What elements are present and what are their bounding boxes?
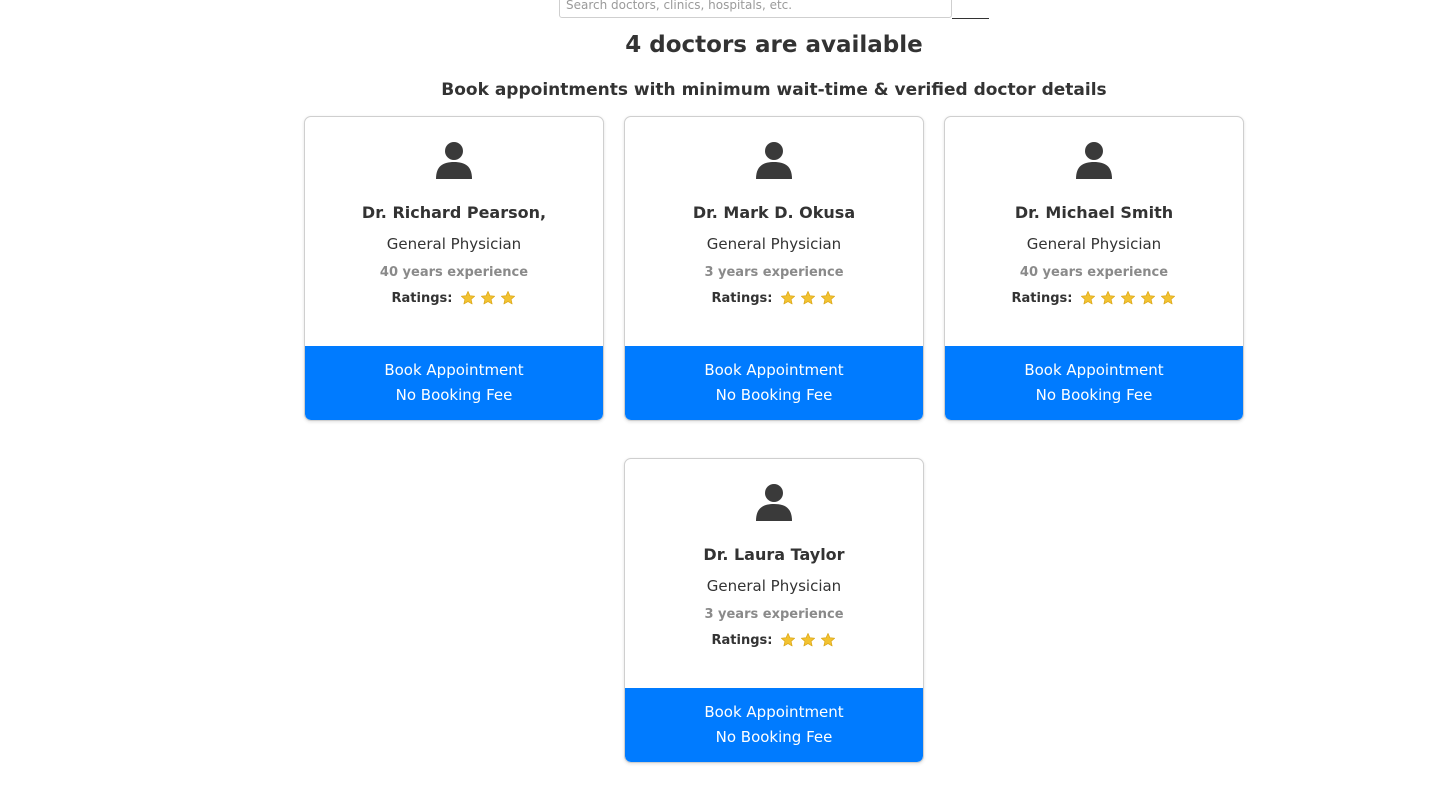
- star-icon: [1081, 291, 1096, 305]
- star-icon: [821, 291, 836, 305]
- user-icon: [1076, 142, 1112, 179]
- star-icon: [1121, 291, 1136, 305]
- book-appointment-label: Book Appointment: [704, 361, 844, 379]
- rating-row: Ratings:: [625, 632, 923, 648]
- doctor-name: Dr. Richard Pearson,: [361, 203, 547, 222]
- book-appointment-button[interactable]: Book Appointment No Booking Fee: [305, 346, 603, 420]
- doctor-speciality: General Physician: [706, 577, 842, 595]
- star-icon: [501, 291, 516, 305]
- star-icon: [801, 291, 816, 305]
- ratings-label: Ratings:: [391, 290, 453, 306]
- star-icon: [821, 633, 836, 647]
- doctor-name: Dr. Mark D. Okusa: [692, 203, 856, 222]
- doctor-speciality: General Physician: [1026, 235, 1162, 253]
- rating-row: Ratings:: [625, 290, 923, 306]
- doctor-speciality: General Physician: [706, 235, 842, 253]
- booking-fee-label: No Booking Fee: [395, 386, 513, 404]
- doctor-experience: 3 years experience: [704, 607, 844, 622]
- doctor-experience: 40 years experience: [379, 265, 529, 280]
- ratings-label: Ratings:: [1011, 290, 1073, 306]
- doctor-experience: 40 years experience: [1019, 265, 1169, 280]
- star-icon: [1141, 291, 1156, 305]
- ratings-label: Ratings:: [711, 632, 773, 648]
- rating-row: Ratings:: [305, 290, 603, 306]
- user-icon: [756, 484, 792, 521]
- doctor-card: Dr. Mark D. Okusa General Physician 3 ye…: [624, 116, 924, 421]
- doctor-card: Dr. Laura Taylor General Physician 3 yea…: [624, 458, 924, 763]
- ratings-label: Ratings:: [711, 290, 773, 306]
- star-icon: [461, 291, 476, 305]
- doctor-name: Dr. Michael Smith: [1014, 203, 1174, 222]
- booking-fee-label: No Booking Fee: [715, 728, 833, 746]
- user-icon: [756, 142, 792, 179]
- search-button[interactable]: [952, 0, 989, 19]
- user-icon: [436, 142, 472, 179]
- book-appointment-label: Book Appointment: [384, 361, 524, 379]
- rating-row: Ratings:: [945, 290, 1243, 306]
- doctor-name: Dr. Laura Taylor: [703, 545, 845, 564]
- book-appointment-label: Book Appointment: [704, 703, 844, 721]
- page-subtitle: Book appointments with minimum wait-time…: [441, 80, 1107, 100]
- search-input[interactable]: [559, 0, 952, 18]
- star-icon: [781, 633, 796, 647]
- booking-fee-label: No Booking Fee: [715, 386, 833, 404]
- doctor-speciality: General Physician: [386, 235, 522, 253]
- star-icon: [1161, 291, 1176, 305]
- star-icon: [781, 291, 796, 305]
- page-title: 4 doctors are available: [625, 32, 923, 58]
- book-appointment-button[interactable]: Book Appointment No Booking Fee: [625, 688, 923, 762]
- star-icon: [1101, 291, 1116, 305]
- star-icon: [801, 633, 816, 647]
- book-appointment-button[interactable]: Book Appointment No Booking Fee: [945, 346, 1243, 420]
- book-appointment-label: Book Appointment: [1024, 361, 1164, 379]
- doctor-card: Dr. Richard Pearson, General Physician 4…: [304, 116, 604, 421]
- doctor-card: Dr. Michael Smith General Physician 40 y…: [944, 116, 1244, 421]
- booking-fee-label: No Booking Fee: [1035, 386, 1153, 404]
- book-appointment-button[interactable]: Book Appointment No Booking Fee: [625, 346, 923, 420]
- doctor-experience: 3 years experience: [704, 265, 844, 280]
- star-icon: [481, 291, 496, 305]
